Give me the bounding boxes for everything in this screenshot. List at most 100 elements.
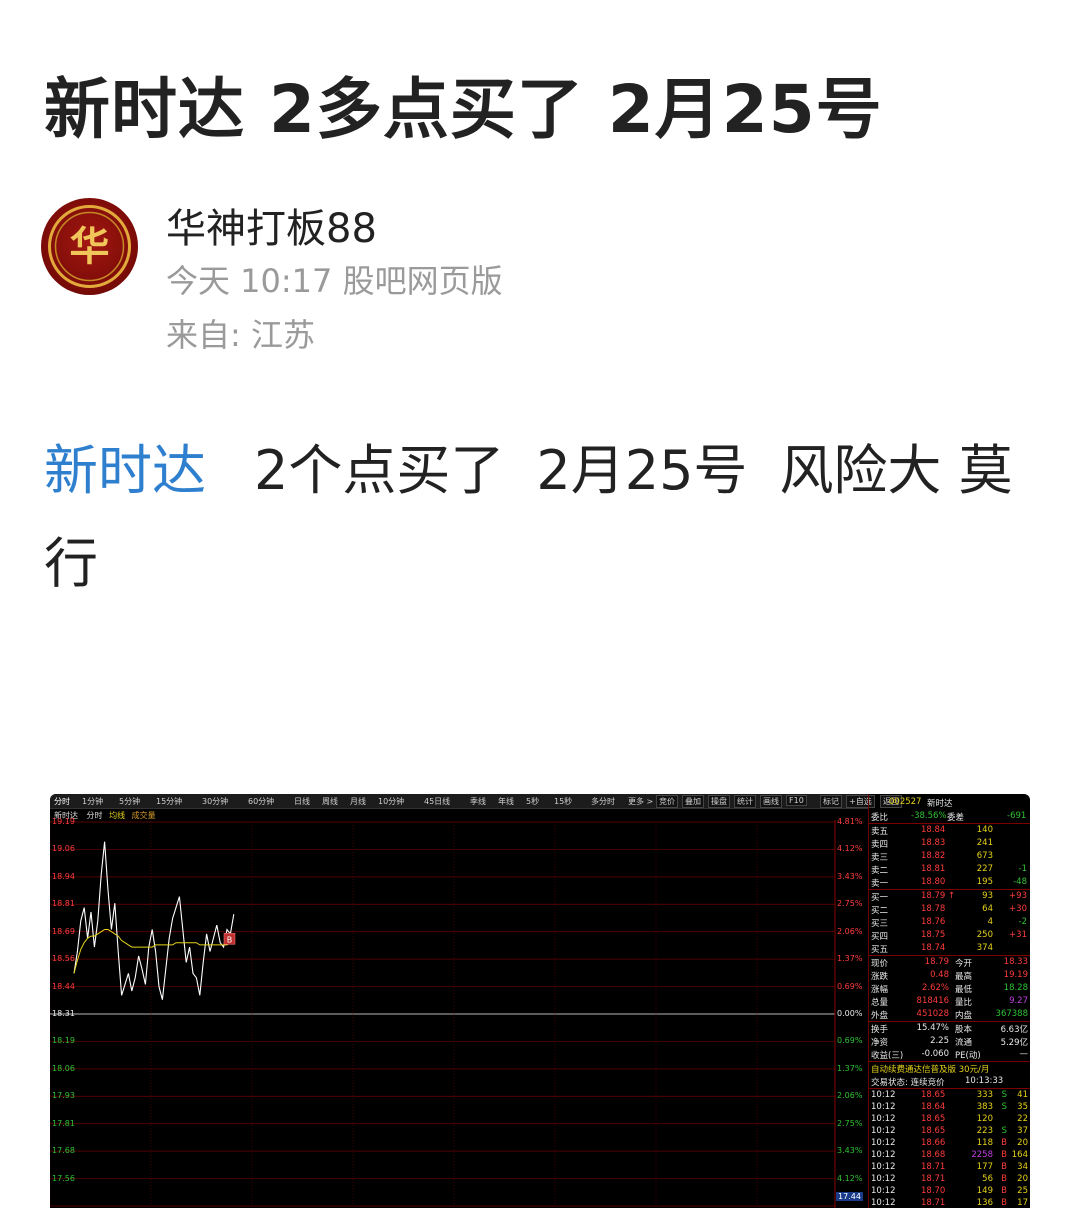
stat-value: 5.29亿: [1000, 1038, 1028, 1048]
period-tab[interactable]: 1分钟: [82, 796, 103, 807]
percent-tick-label: 1.37%: [837, 954, 863, 964]
stat-row: 涨幅 2.62% 最低 18.28: [869, 982, 1030, 995]
promo-notice[interactable]: 自动续费通达信普及版 30元/月: [869, 1062, 1030, 1075]
ask-row: 卖三 18.82 673: [869, 850, 1030, 863]
stat-label: 收益(三): [871, 1051, 904, 1061]
stat-label: 涨跌: [871, 972, 889, 982]
period-tab[interactable]: 多分时: [591, 796, 615, 807]
stat-value: -0.060: [921, 1049, 949, 1059]
level-volume: 673: [976, 851, 993, 861]
stat-value: —: [1019, 1049, 1029, 1059]
ratio-value: -38.56%: [911, 811, 947, 821]
level-price: 18.78: [921, 904, 946, 914]
period-tab[interactable]: 5分钟: [119, 796, 140, 807]
level-volume: 64: [982, 904, 993, 914]
price-tick-label: 18.44: [52, 981, 75, 991]
author-name[interactable]: 华神打板88: [166, 196, 377, 254]
period-tab[interactable]: 更多 >: [628, 796, 653, 807]
percent-tick-label: 4.12%: [837, 1173, 863, 1183]
tick-time: 10:12: [871, 1162, 896, 1172]
price-tick-label: 17.81: [52, 1118, 75, 1128]
post-time: 今天 10:17 股吧网页版: [166, 262, 503, 300]
stat-value: 818416: [916, 996, 949, 1006]
stat-label: 今开: [955, 959, 973, 969]
tick-time: 10:12: [871, 1198, 896, 1208]
price-tick-label: 18.19: [52, 1036, 75, 1046]
chart-tab: 分时: [86, 811, 103, 820]
stat-row: 涨跌 0.48 最高 19.19: [869, 969, 1030, 982]
buy-marker-label: B: [227, 935, 233, 944]
price-tick-label: 18.94: [52, 871, 75, 881]
level-price: 18.80: [921, 877, 946, 887]
percent-tick-label: 2.06%: [837, 926, 863, 936]
stat-label: 内盘: [955, 1011, 973, 1021]
promo-text: 自动续费通达信普及版 30元/月: [871, 1065, 990, 1075]
level-label: 卖五: [871, 827, 889, 837]
period-tab[interactable]: 10分钟: [378, 796, 404, 807]
tick-price: 18.71: [921, 1162, 946, 1172]
tick-time: 10:12: [871, 1138, 896, 1148]
percent-tick-label: 4.12%: [837, 844, 863, 854]
stat-label: 换手: [871, 1025, 889, 1035]
tick-volume: 177: [976, 1162, 993, 1172]
level-volume: 250: [976, 930, 993, 940]
price-tick-label: 19.19: [52, 817, 75, 826]
level-label: 买三: [871, 919, 889, 929]
tick-price: 18.71: [921, 1174, 946, 1184]
chart-avg-label: 均线: [109, 811, 126, 820]
period-tab[interactable]: 45日线: [424, 796, 450, 807]
tick-count: 20: [1017, 1138, 1028, 1148]
tick-count: 164: [1011, 1150, 1028, 1160]
intraday-chart-svg: B: [50, 820, 836, 1208]
svg-text:华: 华: [70, 223, 110, 270]
tick-time: 10:12: [871, 1126, 896, 1136]
percent-tick-label: 3.43%: [837, 1146, 863, 1156]
stat-value: 18.28: [1003, 983, 1028, 993]
toolbar-button[interactable]: 竞价: [656, 795, 678, 808]
period-tab[interactable]: 15秒: [554, 796, 572, 807]
stat-label: 外盘: [871, 1011, 889, 1021]
period-tab[interactable]: 15分钟: [156, 796, 182, 807]
tick-volume: 118: [976, 1138, 993, 1148]
stat-value: 18.33: [1003, 957, 1028, 967]
intraday-chart[interactable]: B 19.19 4.81% 19.06 4.12% 18.94 3.43% 18.81 2.7…: [50, 817, 868, 1208]
price-tick-label: 17.56: [52, 1173, 75, 1183]
stat-row: 总量 818416 量比 9.27: [869, 995, 1030, 1008]
tick-side: S: [1001, 1090, 1007, 1100]
period-tab[interactable]: 季线: [470, 796, 486, 807]
period-tab[interactable]: 周线: [322, 796, 338, 807]
stat-value: 0.48: [930, 970, 949, 980]
toolbar-button[interactable]: 操盘: [708, 795, 730, 808]
toolbar-button[interactable]: 统计: [734, 795, 756, 808]
stat-value: 6.63亿: [1000, 1025, 1028, 1035]
period-tab[interactable]: 月线: [350, 796, 366, 807]
level-change: -1: [1018, 864, 1027, 874]
tick-side: B: [1001, 1150, 1007, 1160]
period-tab[interactable]: 日线: [294, 796, 310, 807]
period-tab[interactable]: 5秒: [526, 796, 539, 807]
toolbar-button[interactable]: F10: [786, 795, 807, 806]
period-tab[interactable]: 60分钟: [248, 796, 274, 807]
stock-link[interactable]: 新时达: [44, 439, 206, 502]
period-tab[interactable]: 年线: [498, 796, 514, 807]
tick-time: 10:12: [871, 1174, 896, 1184]
tick-price: 18.70: [921, 1186, 946, 1196]
toolbar-button[interactable]: 画线: [760, 795, 782, 808]
tick-count: 35: [1017, 1102, 1028, 1112]
stat-value: 2.62%: [921, 983, 949, 993]
toolbar-button[interactable]: 叠加: [682, 795, 704, 808]
tick-side: B: [1001, 1174, 1007, 1184]
period-tab[interactable]: 分时: [54, 796, 70, 807]
period-tab[interactable]: 30分钟: [202, 796, 228, 807]
tick-count: 41: [1017, 1090, 1028, 1100]
percent-tick-label: 4.81%: [837, 817, 863, 826]
author-avatar[interactable]: 华: [41, 198, 138, 295]
stat-label: PE(动): [955, 1051, 981, 1061]
stock-chart-image[interactable]: 分时 1分钟 5分钟 15分钟 30分钟 60分钟 日线 周线 月线 10分钟 45日线 季线 年线 5秒…: [50, 794, 1030, 1208]
tick-count: 20: [1017, 1174, 1028, 1184]
body-segment: 2个点买了: [254, 439, 505, 502]
stat-row: 净资 2.25 流通 5.29亿: [869, 1035, 1030, 1048]
level-volume: 241: [976, 838, 993, 848]
panel-name: 新时达: [927, 799, 953, 809]
toolbar-button[interactable]: 标记: [820, 795, 842, 808]
